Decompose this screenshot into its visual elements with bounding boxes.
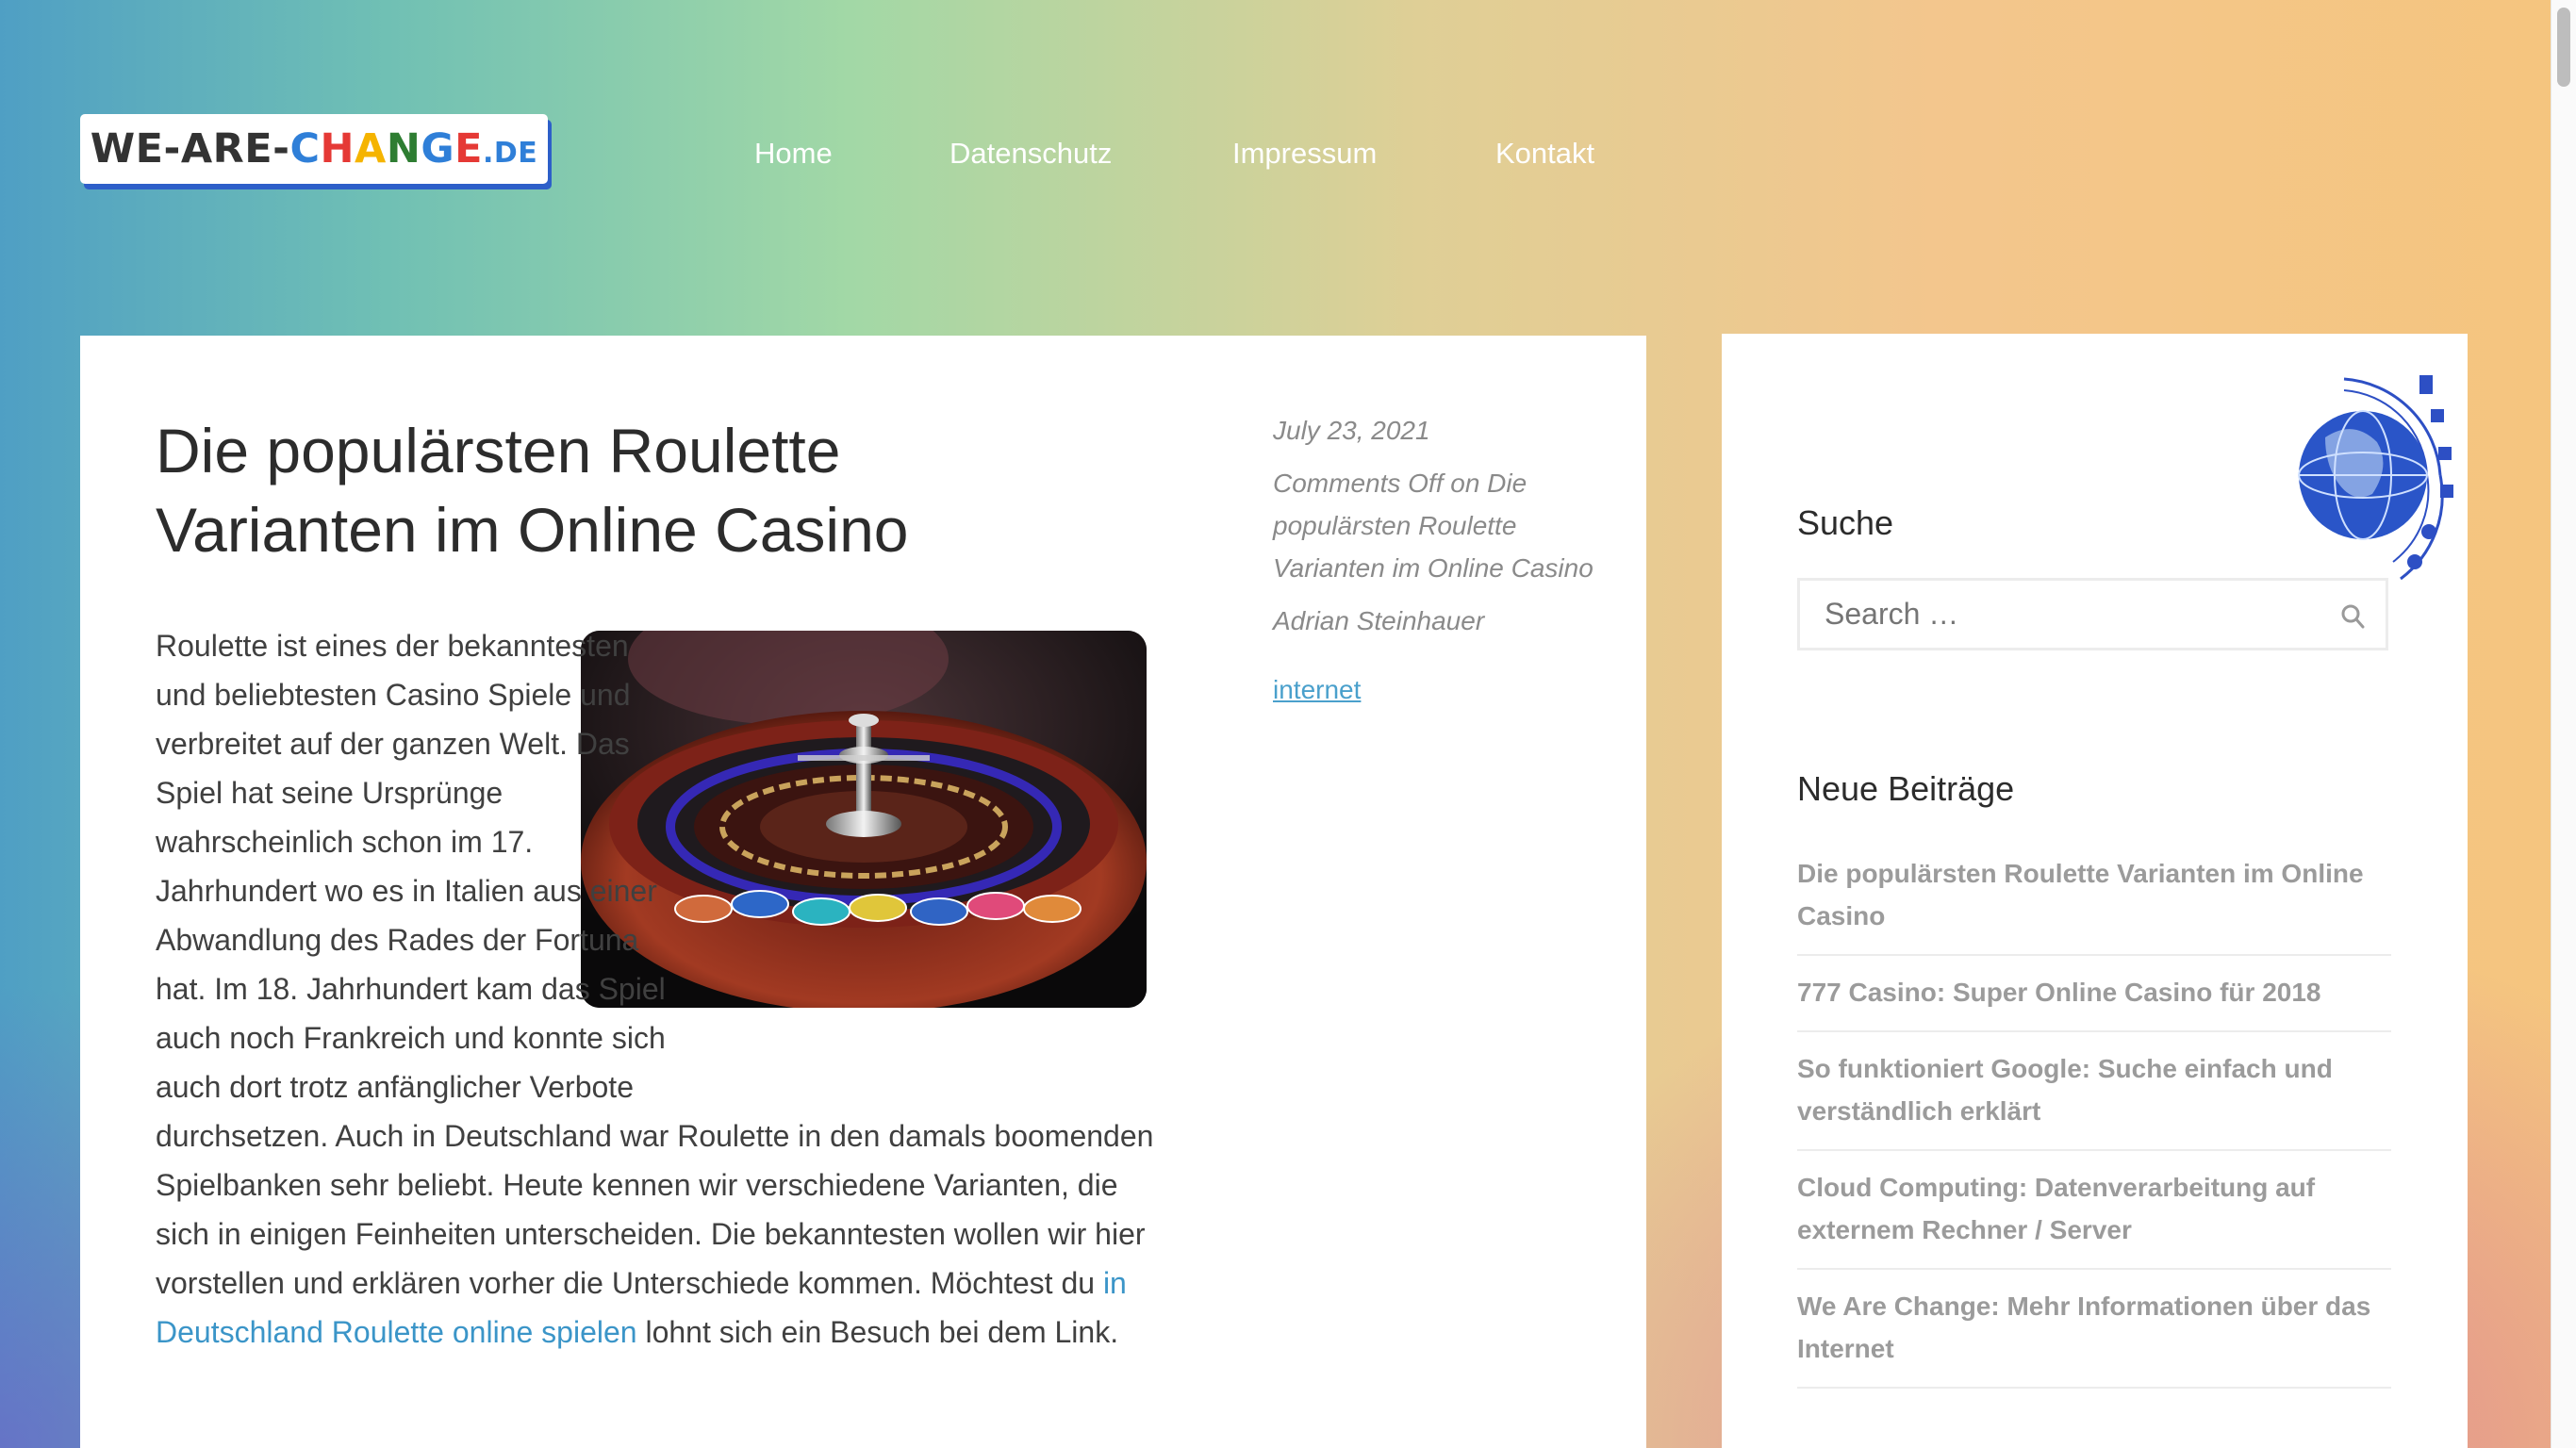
search-field-container: [1797, 578, 2388, 650]
logo-letter: C: [289, 125, 321, 173]
logo-letter: N: [386, 125, 421, 173]
post-body-text-end: lohnt sich ein Besuch bei dem Link.: [636, 1315, 1119, 1349]
scrollbar-thumb[interactable]: [2557, 8, 2570, 87]
nav-link-datenschutz[interactable]: Datenschutz: [949, 137, 1112, 171]
recent-posts-title: Neue Beiträge: [1797, 769, 2015, 808]
post-date[interactable]: July 23, 2021: [1273, 409, 1593, 452]
search-input[interactable]: [1823, 596, 2317, 633]
post-meta: July 23, 2021 Comments Off on Die populä…: [1273, 409, 1593, 711]
post-category-link[interactable]: internet: [1273, 668, 1593, 711]
nav-link-impressum[interactable]: Impressum: [1232, 137, 1377, 171]
logo-letter: E: [454, 125, 483, 173]
recent-post-link[interactable]: 777 Casino: Super Online Casino für 2018: [1797, 956, 2391, 1032]
page-scrollbar[interactable]: [2551, 0, 2576, 1448]
logo-main: WE-ARE-: [90, 125, 290, 173]
recent-post-link[interactable]: Cloud Computing: Datenverarbeitung auf e…: [1797, 1151, 2391, 1270]
site-logo[interactable]: WE-ARE-CHANGE.DE: [80, 114, 548, 184]
post-card: Die populärsten Roulette Varianten im On…: [80, 336, 1646, 1448]
recent-post-link[interactable]: Die populärsten Roulette Varianten im On…: [1797, 852, 2391, 956]
logo-text: WE-ARE-CHANGE.DE: [91, 125, 538, 173]
post-title: Die populärsten Roulette Varianten im On…: [156, 416, 909, 565]
recent-posts-list: Die populärsten Roulette Varianten im On…: [1797, 852, 2391, 1389]
nav-link-kontakt[interactable]: Kontakt: [1495, 137, 1594, 171]
post-comments-status: Comments Off on Die populärsten Roulette…: [1273, 469, 1593, 583]
recent-post-link[interactable]: So funktioniert Google: Suche einfach un…: [1797, 1032, 2391, 1151]
sidebar: Suche Neue Beiträge Die populärsten Roul…: [1722, 334, 2468, 1448]
logo-letter: A: [355, 125, 387, 173]
logo-change: CHANGE: [289, 125, 483, 173]
search-icon[interactable]: [2340, 603, 2365, 634]
post-author[interactable]: Adrian Steinhauer: [1273, 600, 1593, 642]
globe-network-icon: [2287, 362, 2457, 588]
logo-suffix: .DE: [482, 137, 538, 170]
logo-letter: G: [421, 125, 455, 173]
recent-post-link[interactable]: We Are Change: Mehr Informationen über d…: [1797, 1270, 2391, 1389]
nav-link-home[interactable]: Home: [754, 137, 833, 171]
post-body: Roulette ist eines der bekanntesten und …: [156, 621, 1155, 1357]
logo-letter: H: [320, 125, 355, 173]
search-widget-title: Suche: [1797, 503, 1894, 542]
